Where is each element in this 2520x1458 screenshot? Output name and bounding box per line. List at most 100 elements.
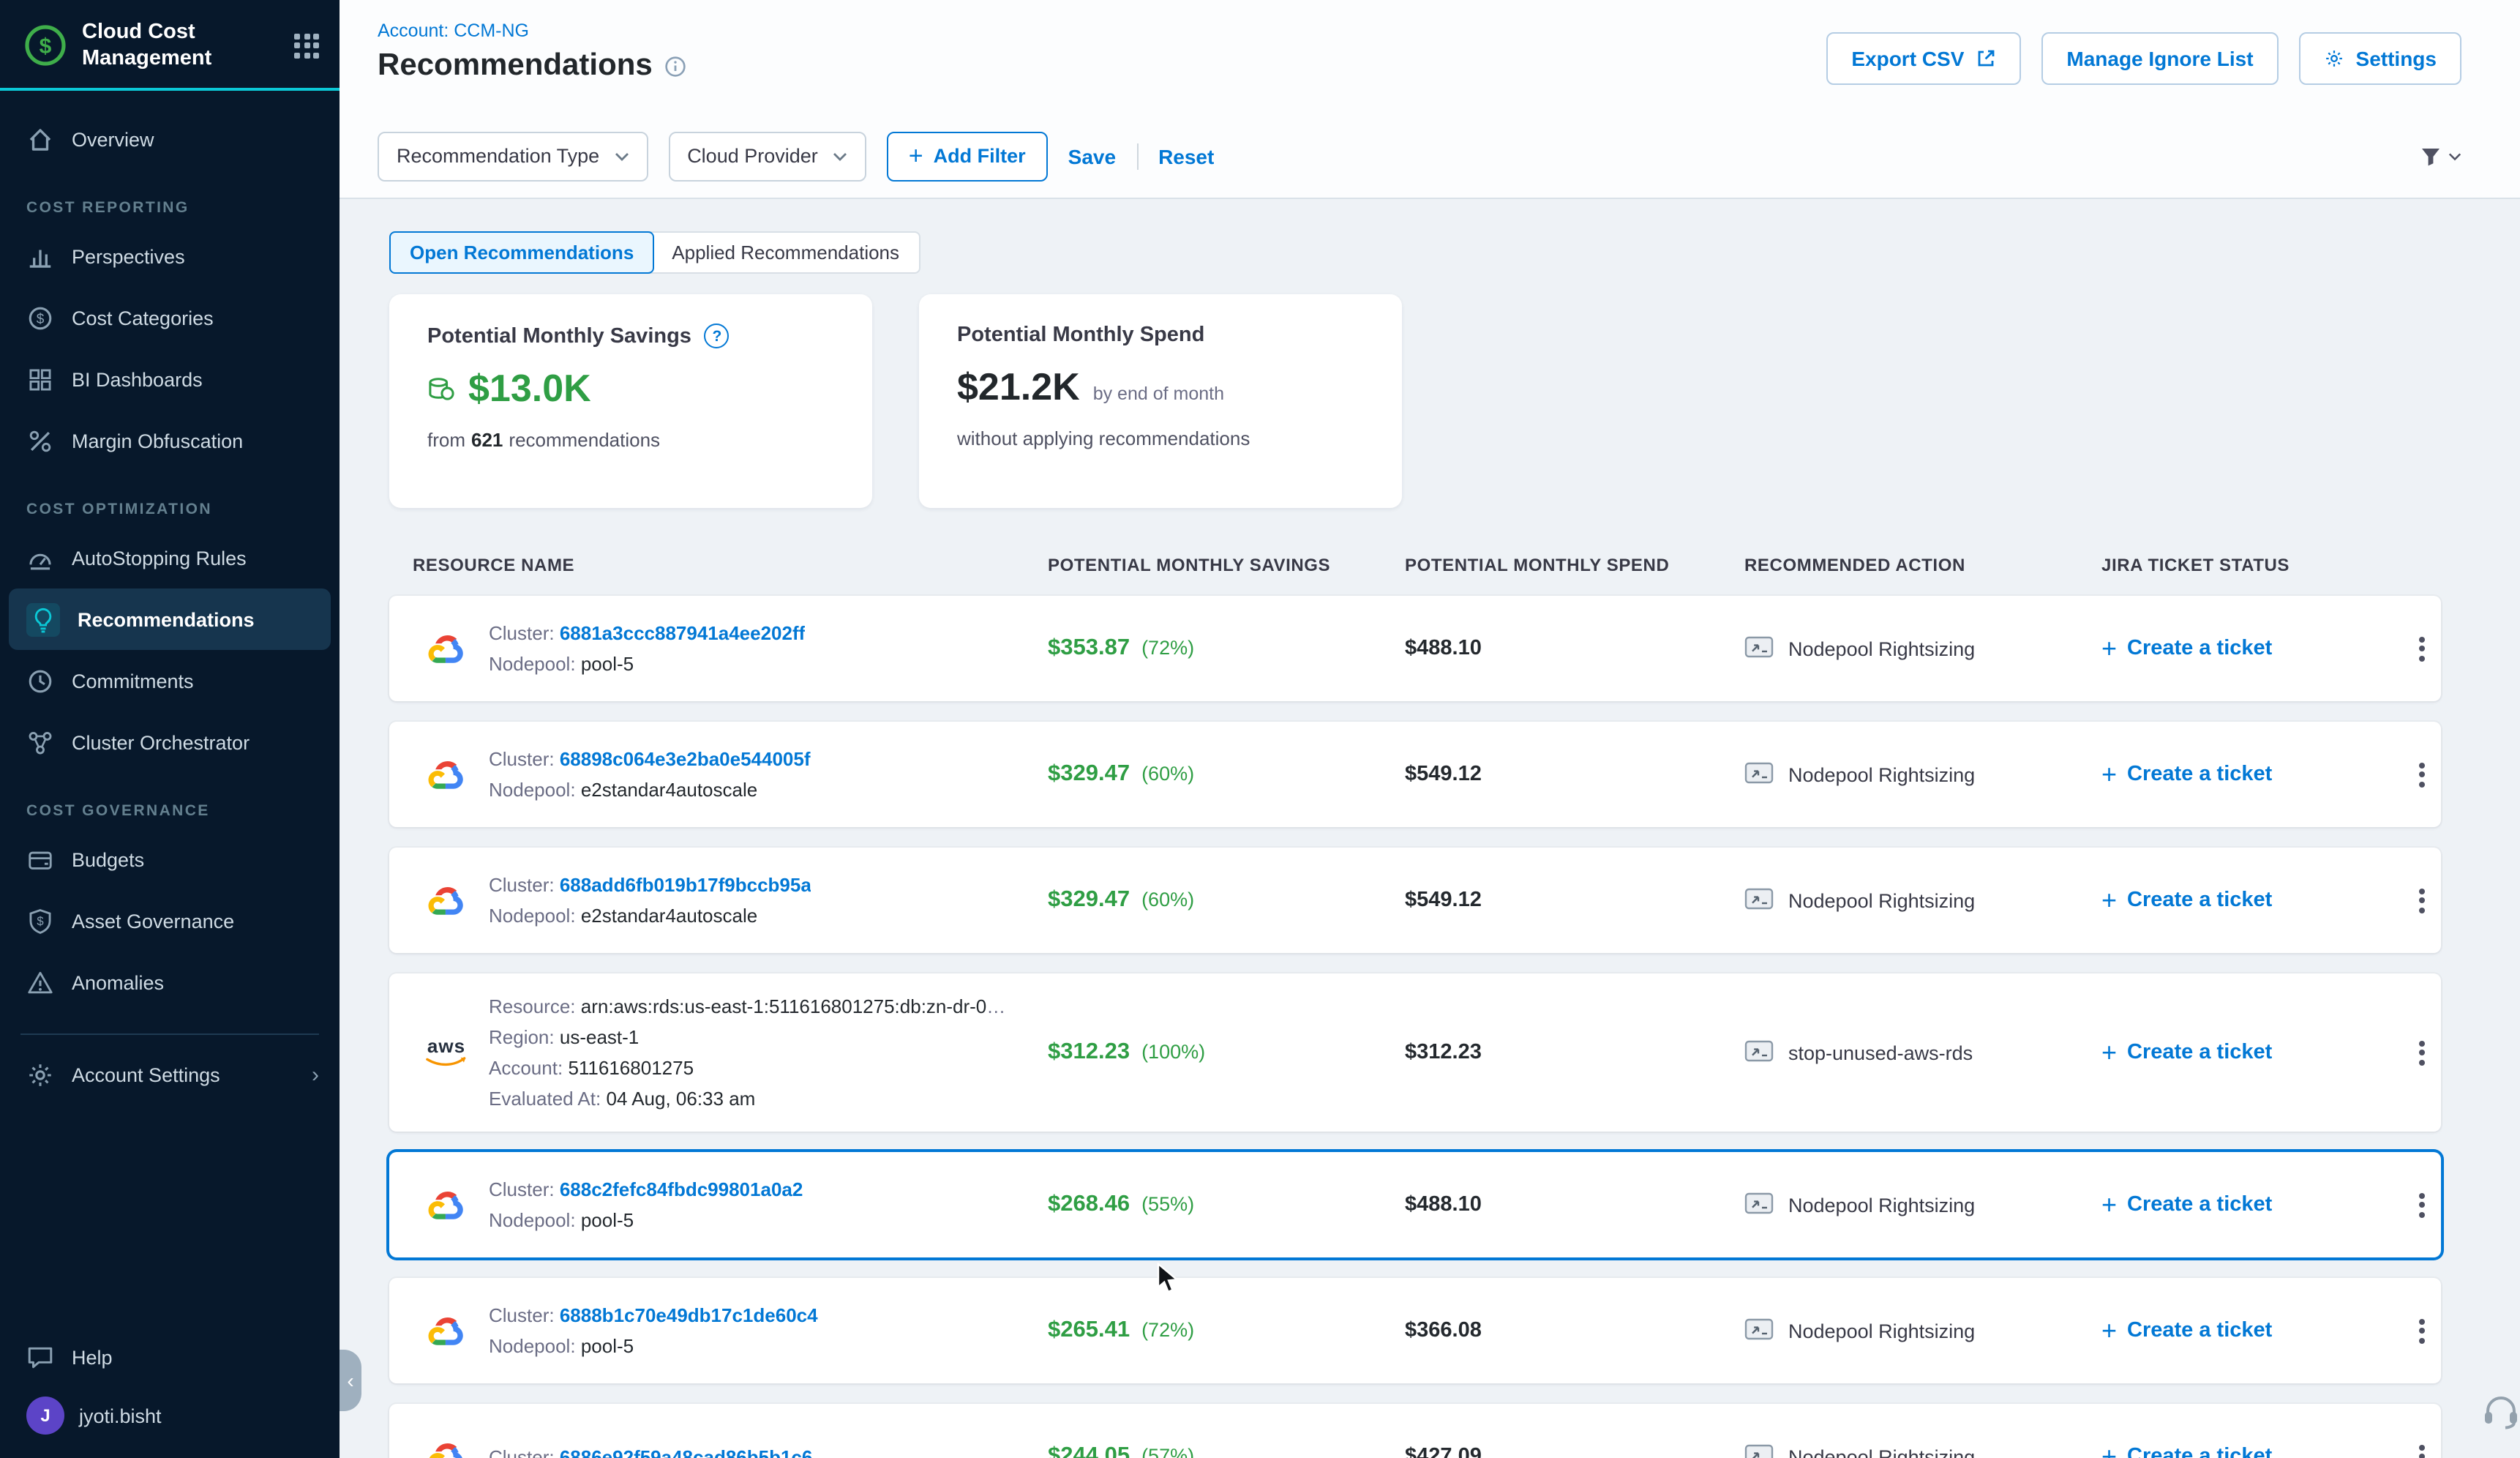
- module-switcher-icon[interactable]: [294, 33, 319, 58]
- sidebar-item-commitments[interactable]: Commitments: [0, 650, 340, 711]
- plus-icon: +: [2101, 635, 2117, 662]
- row-menu-button[interactable]: [2377, 758, 2441, 790]
- recommendation-row[interactable]: Cluster: 6881a3ccc887941a4ee202ffNodepoo…: [389, 596, 2441, 701]
- resource-line: Nodepool: pool-5: [489, 1205, 803, 1235]
- resource-line: Resource: arn:aws:rds:us-east-1:51161680…: [489, 991, 1007, 1022]
- account-breadcrumb[interactable]: Account: CCM-NG: [378, 20, 529, 41]
- resource-link[interactable]: 6886e92f59a48cad86b5b1c6: [560, 1446, 813, 1458]
- gauge-icon: [26, 544, 54, 572]
- resource-line: Region: us-east-1: [489, 1022, 1007, 1053]
- create-ticket-button[interactable]: +Create a ticket: [2075, 761, 2377, 788]
- tab-open-recommendations[interactable]: Open Recommendations: [389, 231, 654, 274]
- sidebar-item-anomalies[interactable]: Anomalies: [0, 952, 340, 1013]
- resource-link[interactable]: 6888b1c70e49db17c1de60c4: [560, 1304, 818, 1326]
- resource-link[interactable]: 688c2fefc84fbdc99801a0a2: [560, 1178, 803, 1200]
- sidebar-item-overview[interactable]: Overview: [0, 108, 340, 170]
- kebab-icon: [2419, 1036, 2425, 1069]
- sidebar-item-bi-dashboards[interactable]: BI Dashboards: [0, 348, 340, 410]
- row-menu-button[interactable]: [2377, 884, 2441, 916]
- create-ticket-button[interactable]: +Create a ticket: [2075, 1039, 2377, 1066]
- resource-value: pool-5: [581, 1335, 634, 1357]
- sidebar-item-recommendations[interactable]: Recommendations: [9, 588, 331, 650]
- resource-line: Account: 511616801275: [489, 1053, 1007, 1083]
- plus-icon: +: [2101, 761, 2117, 788]
- recommendation-row[interactable]: awsResource: arn:aws:rds:us-east-1:51161…: [389, 973, 2441, 1132]
- column-jira-ticket-status: JIRA TICKET STATUS: [2075, 555, 2377, 575]
- chevron-down-icon: [2448, 152, 2461, 160]
- resource-value: pool-5: [581, 653, 634, 675]
- gcp-logo-icon: [424, 884, 468, 916]
- resource-link[interactable]: 68898c064e3e2ba0e544005f: [560, 748, 811, 770]
- sidebar-item-margin-obfuscation[interactable]: Margin Obfuscation: [0, 410, 340, 471]
- gcp-logo-icon: [424, 632, 468, 665]
- gear-icon: [2324, 48, 2344, 69]
- create-ticket-label: Create a ticket: [2127, 1445, 2272, 1458]
- action-cell: Nodepool Rightsizing: [1718, 886, 2075, 914]
- sidebar-item-help[interactable]: Help: [0, 1326, 340, 1388]
- sidebar-item-asset-governance[interactable]: $Asset Governance: [0, 890, 340, 952]
- savings-subtext: from621recommendations: [427, 429, 834, 451]
- sidebar-collapse-handle[interactable]: ‹: [340, 1350, 361, 1411]
- sidebar: $ Cloud Cost Management OverviewCOST REP…: [0, 0, 340, 1458]
- resource-value: us-east-1: [560, 1026, 639, 1048]
- recommendation-row[interactable]: Cluster: 6886e92f59a48cad86b5b1c6$244.05…: [389, 1404, 2441, 1458]
- recommendation-row[interactable]: Cluster: 688add6fb019b17f9bccb95aNodepoo…: [389, 848, 2441, 953]
- info-icon[interactable]: [664, 55, 686, 77]
- filter-panel-toggle[interactable]: [2419, 144, 2461, 168]
- row-menu-button[interactable]: [2377, 1036, 2441, 1069]
- manage-ignore-list-button[interactable]: Manage Ignore List: [2041, 32, 2278, 85]
- settings-button[interactable]: Settings: [2299, 32, 2461, 85]
- rightsizing-action-icon: [1744, 1191, 1774, 1219]
- create-ticket-button[interactable]: +Create a ticket: [2075, 1192, 2377, 1218]
- row-menu-button[interactable]: [2377, 1315, 2441, 1347]
- action-cell: Nodepool Rightsizing: [1718, 1443, 2075, 1458]
- add-filter-button[interactable]: + Add Filter: [887, 131, 1048, 181]
- action-label: Nodepool Rightsizing: [1788, 638, 1975, 659]
- summary-cards: Potential Monthly Savings ? $13.0K from6…: [389, 294, 2441, 508]
- recommendation-row[interactable]: Cluster: 688c2fefc84fbdc99801a0a2Nodepoo…: [389, 1152, 2441, 1257]
- spend-value: $21.2K: [957, 364, 1080, 410]
- recommendation-row[interactable]: Cluster: 68898c064e3e2ba0e544005fNodepoo…: [389, 722, 2441, 827]
- resource-link[interactable]: 6881a3ccc887941a4ee202ff: [560, 622, 805, 644]
- row-menu-button[interactable]: [2377, 1440, 2441, 1458]
- resource-link[interactable]: 688add6fb019b17f9bccb95a: [560, 874, 811, 896]
- action-label: Nodepool Rightsizing: [1788, 1446, 1975, 1458]
- create-ticket-button[interactable]: +Create a ticket: [2075, 1317, 2377, 1344]
- sidebar-item-perspectives[interactable]: Perspectives: [0, 225, 340, 287]
- sidebar-item-account-settings[interactable]: Account Settings ›: [0, 1044, 340, 1105]
- kebab-icon: [2419, 884, 2425, 916]
- sidebar-section-cost-reporting: COST REPORTING: [0, 170, 340, 225]
- row-menu-button[interactable]: [2377, 632, 2441, 665]
- create-ticket-button[interactable]: +Create a ticket: [2075, 635, 2377, 662]
- potential-savings-card: Potential Monthly Savings ? $13.0K from6…: [389, 294, 872, 508]
- export-csv-button[interactable]: Export CSV: [1826, 32, 2021, 85]
- sidebar-item-label: Commitments: [72, 670, 194, 692]
- kebab-icon: [2419, 758, 2425, 790]
- action-cell: Nodepool Rightsizing: [1718, 1317, 2075, 1345]
- percent-icon: [26, 427, 54, 455]
- cluster-icon: [26, 728, 54, 756]
- column-row-menu: [2377, 555, 2441, 575]
- save-filter-link[interactable]: Save: [1068, 144, 1116, 168]
- money-icon: [427, 376, 455, 401]
- cloud-provider-dropdown[interactable]: Cloud Provider: [668, 131, 866, 181]
- savings-cell: $265.41(72%): [1021, 1317, 1379, 1344]
- recommendation-row[interactable]: Cluster: 6888b1c70e49db17c1de60c4Nodepoo…: [389, 1278, 2441, 1383]
- divider: [1136, 143, 1138, 169]
- page-header: Account: CCM-NG Recommendations Export C…: [340, 0, 2520, 114]
- create-ticket-button[interactable]: +Create a ticket: [2075, 1443, 2377, 1458]
- reset-filter-link[interactable]: Reset: [1158, 144, 1214, 168]
- headset-icon[interactable]: [2482, 1394, 2520, 1438]
- row-menu-button[interactable]: [2377, 1189, 2441, 1221]
- sidebar-item-autostopping-rules[interactable]: AutoStopping Rules: [0, 527, 340, 588]
- ccm-logo-icon: $: [23, 23, 67, 67]
- savings-cell: $329.47(60%): [1021, 887, 1379, 913]
- user-profile[interactable]: J jyoti.bisht: [0, 1388, 340, 1458]
- sidebar-item-cost-categories[interactable]: $Cost Categories: [0, 287, 340, 348]
- sidebar-item-budgets[interactable]: Budgets: [0, 829, 340, 890]
- help-circle-icon[interactable]: ?: [705, 324, 730, 348]
- create-ticket-button[interactable]: +Create a ticket: [2075, 887, 2377, 913]
- sidebar-item-cluster-orchestrator[interactable]: Cluster Orchestrator: [0, 711, 340, 773]
- tab-applied-recommendations[interactable]: Applied Recommendations: [653, 233, 918, 272]
- recommendation-type-dropdown[interactable]: Recommendation Type: [378, 131, 648, 181]
